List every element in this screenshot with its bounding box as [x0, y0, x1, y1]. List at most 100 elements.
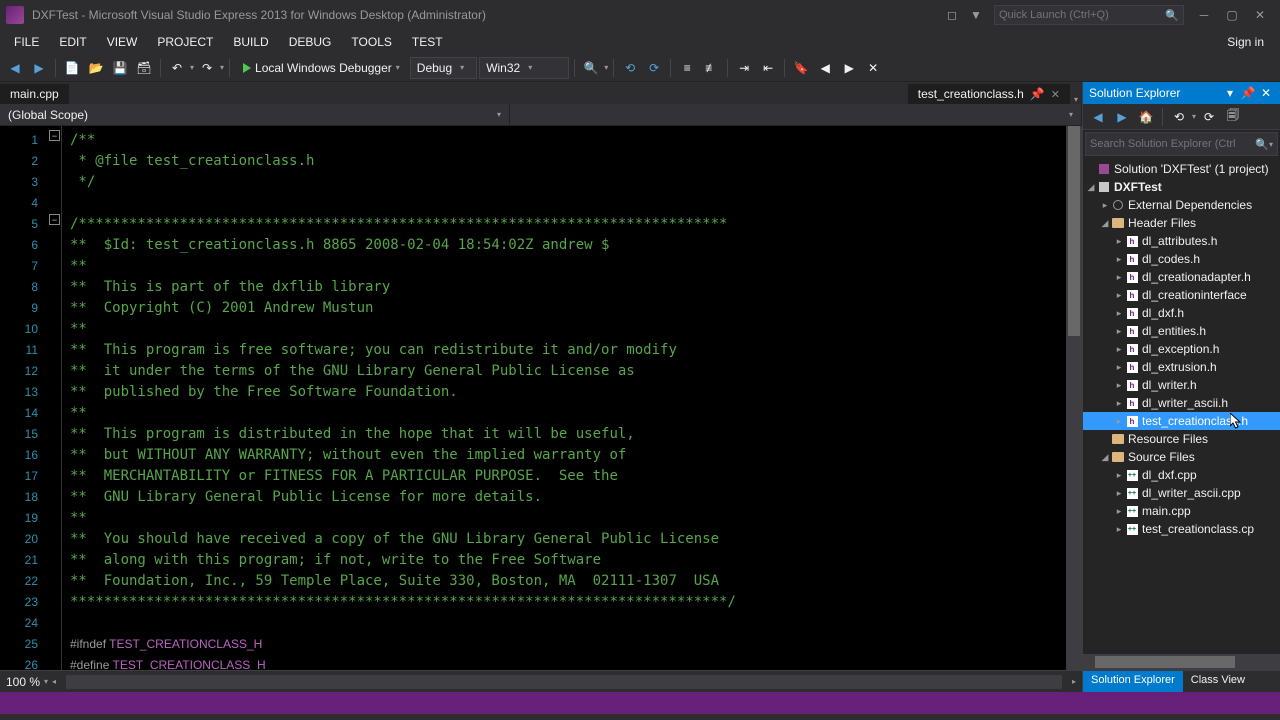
tree-node[interactable]: ◢Header Files [1083, 214, 1280, 232]
minimize-button[interactable]: ─ [1190, 5, 1218, 25]
nav-back-button[interactable]: ◀ [4, 57, 26, 79]
expander-icon[interactable]: ▸ [1113, 254, 1125, 265]
expander-icon[interactable]: ◢ [1099, 218, 1111, 229]
tree-node[interactable]: ▸hdl_creationinterface [1083, 286, 1280, 304]
quick-launch-box[interactable]: 🔍 [994, 5, 1184, 25]
expander-icon[interactable]: ▸ [1113, 290, 1125, 301]
menu-tools[interactable]: TOOLS [341, 32, 401, 52]
tree-node[interactable]: ▸hdl_codes.h [1083, 250, 1280, 268]
save-all-button[interactable]: 🗃 [133, 57, 155, 79]
expander-icon[interactable]: ▸ [1113, 344, 1125, 355]
menu-file[interactable]: FILE [4, 32, 49, 52]
open-file-button[interactable]: 📂 [85, 57, 107, 79]
vertical-scrollbar[interactable] [1066, 126, 1082, 670]
scope-combo[interactable]: (Global Scope)▾ [0, 104, 510, 125]
sign-in-link[interactable]: Sign in [1215, 32, 1276, 52]
new-project-button[interactable]: 📄 [61, 57, 83, 79]
tree-node[interactable]: ▸++test_creationclass.cp [1083, 520, 1280, 538]
search-dropdown-icon[interactable]: ▾ [1269, 140, 1273, 149]
menu-debug[interactable]: DEBUG [279, 32, 342, 52]
code-editor[interactable]: /** * @file test_creationclass.h */ /***… [62, 126, 1066, 670]
expander-icon[interactable]: ▸ [1113, 308, 1125, 319]
expander-icon[interactable]: ▸ [1113, 416, 1125, 427]
se-forward-icon[interactable]: ▶ [1111, 106, 1133, 128]
tree-node[interactable]: Solution 'DXFTest' (1 project) [1083, 160, 1280, 178]
nav-forward-button[interactable]: ▶ [28, 57, 50, 79]
clear-bookmarks-button[interactable]: ✕ [862, 57, 884, 79]
indent-button[interactable]: ⇥ [733, 57, 755, 79]
solution-search-input[interactable] [1090, 138, 1255, 150]
expander-icon[interactable]: ▸ [1113, 236, 1125, 247]
notifications-filter-icon[interactable]: ▼ [964, 5, 988, 25]
tree-node[interactable]: ▸hdl_entities.h [1083, 322, 1280, 340]
menu-build[interactable]: BUILD [223, 32, 278, 52]
find-in-files-button[interactable]: 🔍 [580, 57, 602, 79]
scroll-right-icon[interactable]: ▸ [1072, 677, 1076, 686]
solution-search-box[interactable]: 🔍 ▾ [1085, 132, 1278, 156]
fold-column[interactable]: − − [48, 126, 62, 670]
tree-node[interactable]: ▸hdl_attributes.h [1083, 232, 1280, 250]
expander-icon[interactable]: ▸ [1113, 380, 1125, 391]
sync-button[interactable]: ⟲ [619, 57, 641, 79]
tab-main-cpp[interactable]: main.cpp [0, 84, 69, 104]
tree-node[interactable]: ▸++dl_dxf.cpp [1083, 466, 1280, 484]
tree-node[interactable]: ▸++main.cpp [1083, 502, 1280, 520]
uncomment-button[interactable]: ≢ [700, 57, 722, 79]
tree-node[interactable]: ▸hdl_creationadapter.h [1083, 268, 1280, 286]
start-debugging-button[interactable]: Local Windows Debugger ▾ [235, 59, 408, 77]
expander-icon[interactable]: ▸ [1113, 524, 1125, 535]
se-refresh-icon[interactable]: ⟳ [1198, 106, 1220, 128]
se-home-icon[interactable]: 🏠 [1135, 106, 1157, 128]
tree-node[interactable]: ◢DXFTest [1083, 178, 1280, 196]
tree-node[interactable]: ▸++dl_writer_ascii.cpp [1083, 484, 1280, 502]
split-horizontal-icon[interactable]: ◂ [52, 677, 56, 686]
tree-node[interactable]: Resource Files [1083, 430, 1280, 448]
menu-test[interactable]: TEST [402, 32, 453, 52]
tab-solution-explorer[interactable]: Solution Explorer [1083, 671, 1183, 692]
se-sync-icon[interactable]: ⟲ [1168, 106, 1190, 128]
tab-test-creationclass[interactable]: test_creationclass.h📌✕ [908, 84, 1070, 104]
expander-icon[interactable]: ▸ [1113, 470, 1125, 481]
expander-icon[interactable]: ▸ [1113, 398, 1125, 409]
expander-icon[interactable]: ▸ [1113, 326, 1125, 337]
config-combo[interactable]: Debug▾ [410, 57, 477, 79]
menu-edit[interactable]: EDIT [49, 32, 96, 52]
scrollbar-thumb[interactable] [1095, 656, 1235, 668]
tab-class-view[interactable]: Class View [1183, 671, 1253, 692]
save-button[interactable]: 💾 [109, 57, 131, 79]
menu-project[interactable]: PROJECT [147, 32, 223, 52]
tree-node[interactable]: ▸htest_creationclass.h [1083, 412, 1280, 430]
tree-node[interactable]: ◢Source Files [1083, 448, 1280, 466]
tree-node[interactable]: ▸hdl_exception.h [1083, 340, 1280, 358]
expander-icon[interactable]: ◢ [1085, 182, 1097, 193]
tree-node[interactable]: ▸External Dependencies [1083, 196, 1280, 214]
fold-toggle-icon[interactable]: − [49, 214, 60, 225]
close-button[interactable]: ✕ [1246, 5, 1274, 25]
redo-dropdown-icon[interactable]: ▾ [220, 63, 224, 72]
prev-bookmark-button[interactable]: ◀ [814, 57, 836, 79]
outdent-button[interactable]: ⇤ [757, 57, 779, 79]
panel-close-icon[interactable]: ✕ [1258, 85, 1274, 101]
platform-combo[interactable]: Win32▾ [479, 57, 569, 79]
feedback-icon[interactable]: ◻ [940, 5, 964, 25]
fold-toggle-icon[interactable]: − [49, 130, 60, 141]
tree-node[interactable]: ▸hdl_writer.h [1083, 376, 1280, 394]
undo-dropdown-icon[interactable]: ▾ [190, 63, 194, 72]
panel-dropdown-icon[interactable]: ▾ [1222, 85, 1238, 101]
horizontal-scrollbar[interactable] [66, 675, 1062, 689]
zoom-combo[interactable]: 100 %▾ [6, 675, 48, 689]
tree-node[interactable]: ▸hdl_dxf.h [1083, 304, 1280, 322]
tab-list-dropdown-icon[interactable]: ▾ [1074, 95, 1078, 104]
expander-icon[interactable]: ▸ [1099, 200, 1111, 211]
se-back-icon[interactable]: ◀ [1087, 106, 1109, 128]
next-bookmark-button[interactable]: ▶ [838, 57, 860, 79]
pin-icon[interactable]: 📌 [1030, 87, 1045, 101]
expander-icon[interactable]: ▸ [1113, 506, 1125, 517]
solution-tree[interactable]: Solution 'DXFTest' (1 project)◢DXFTest▸E… [1083, 158, 1280, 654]
se-collapse-icon[interactable]: 🗐 [1222, 106, 1244, 128]
expander-icon[interactable]: ▸ [1113, 362, 1125, 373]
panel-pin-icon[interactable]: 📌 [1240, 85, 1256, 101]
menu-view[interactable]: VIEW [97, 32, 148, 52]
expander-icon[interactable]: ▸ [1113, 272, 1125, 283]
expander-icon[interactable]: ◢ [1099, 452, 1111, 463]
